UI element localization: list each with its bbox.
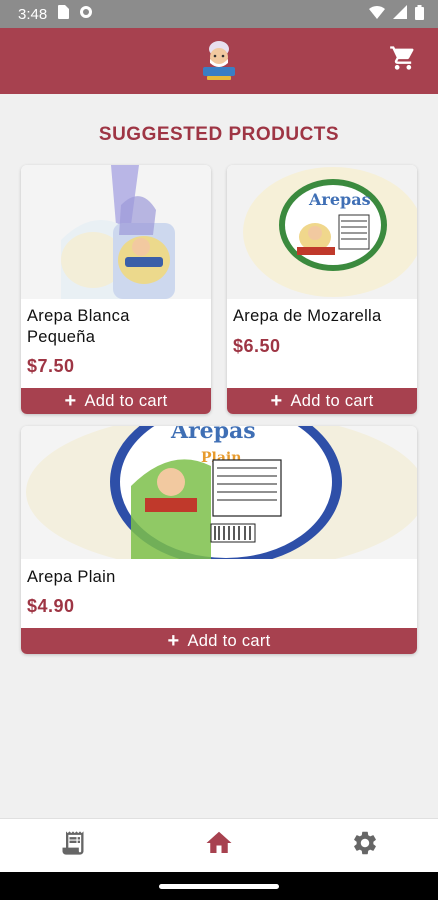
- battery-icon: [415, 4, 424, 24]
- sync-icon: [79, 5, 93, 23]
- settings-icon: [351, 829, 379, 862]
- plus-icon: +: [270, 390, 283, 412]
- app-bar: [0, 28, 438, 94]
- svg-text:Arepas: Arepas: [170, 426, 256, 444]
- nav-orders[interactable]: [53, 826, 93, 866]
- status-bar: 3:48: [0, 0, 438, 28]
- brand-logo[interactable]: [199, 39, 239, 83]
- add-to-cart-label: Add to cart: [84, 391, 168, 410]
- add-to-cart-button[interactable]: + Add to cart: [21, 388, 211, 414]
- product-card[interactable]: Arepas Arepa de Mozarella $6.50 + Add to…: [227, 165, 417, 414]
- product-card[interactable]: Arepas Plain Arepa Plain $4.90 + Add to …: [21, 426, 417, 654]
- nav-home[interactable]: [199, 826, 239, 866]
- plus-icon: +: [167, 630, 180, 652]
- cart-button[interactable]: [388, 45, 418, 75]
- svg-text:Arepas: Arepas: [308, 190, 371, 209]
- product-price: $6.50: [233, 336, 281, 356]
- shopping-cart-icon: [389, 44, 417, 77]
- add-to-cart-label: Add to cart: [187, 631, 271, 650]
- product-name: Arepa Blanca Pequeña: [27, 307, 130, 346]
- product-name: Arepa de Mozarella: [233, 307, 382, 325]
- bottom-navigation: [0, 818, 438, 872]
- home-gesture-handle[interactable]: [159, 884, 279, 889]
- status-time: 3:48: [18, 5, 48, 23]
- product-price: $4.90: [27, 596, 75, 616]
- orders-icon: [59, 829, 87, 862]
- product-name: Arepa Plain: [27, 568, 116, 586]
- wifi-icon: [369, 5, 385, 23]
- nav-settings[interactable]: [345, 826, 385, 866]
- add-to-cart-button[interactable]: + Add to cart: [21, 628, 417, 654]
- sim-card-icon: [57, 5, 70, 23]
- product-image: Arepas: [227, 165, 417, 299]
- system-navigation-bar: [0, 872, 438, 900]
- product-price: $7.50: [27, 356, 75, 376]
- plus-icon: +: [64, 390, 77, 412]
- product-image: [21, 165, 211, 299]
- product-card[interactable]: Arepa Blanca Pequeña $7.50 + Add to cart: [21, 165, 211, 414]
- product-image: Arepas Plain: [21, 426, 417, 559]
- signal-icon: [393, 5, 407, 23]
- add-to-cart-button[interactable]: + Add to cart: [227, 388, 417, 414]
- section-title: SUGGESTED PRODUCTS: [98, 124, 340, 145]
- home-icon: [204, 828, 234, 863]
- add-to-cart-label: Add to cart: [290, 391, 374, 410]
